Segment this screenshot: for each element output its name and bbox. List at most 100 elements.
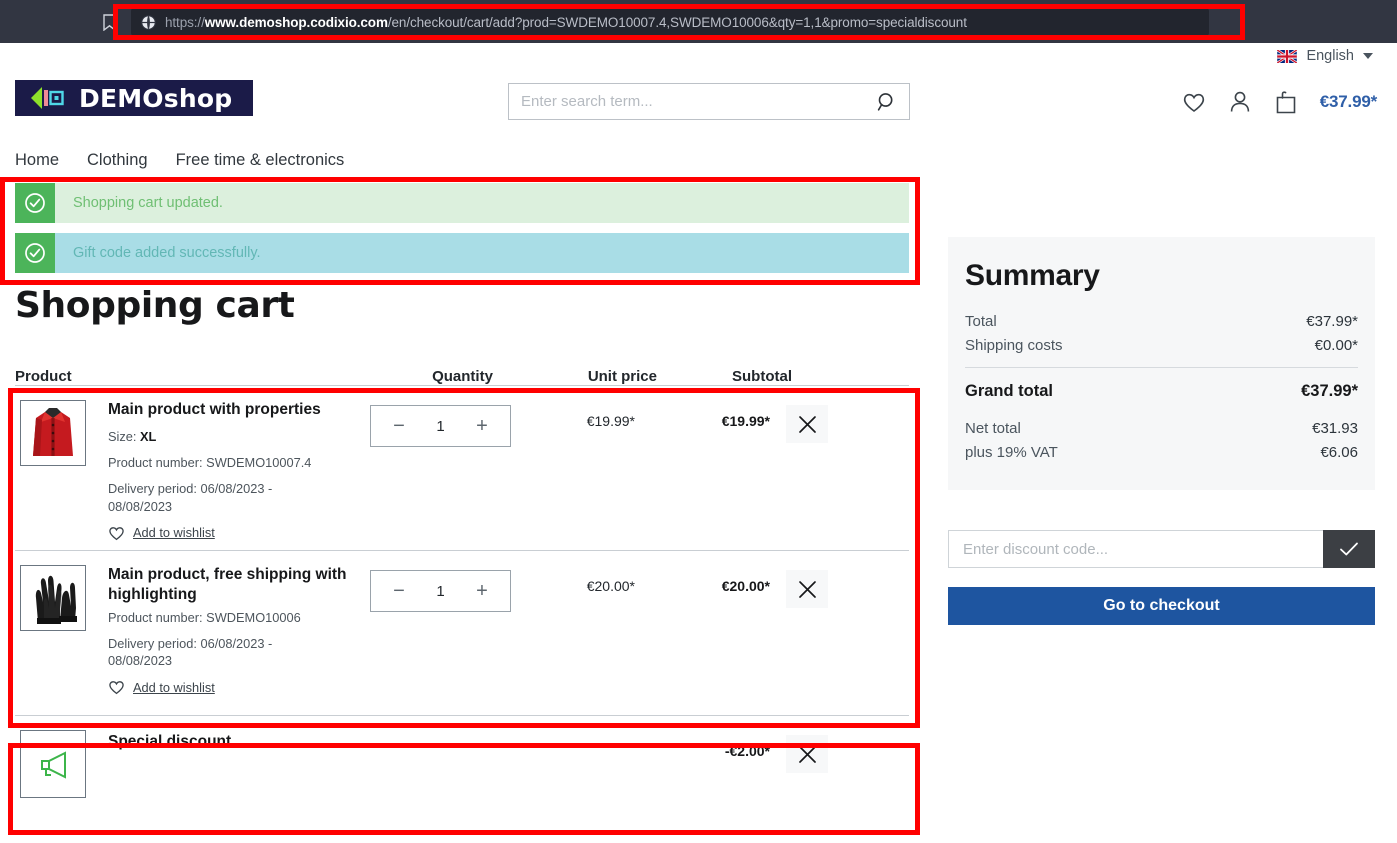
nav-item-clothing[interactable]: Clothing bbox=[87, 151, 148, 170]
cart-item-name[interactable]: Main product with properties bbox=[108, 400, 358, 420]
summary-shipping-value: €0.00* bbox=[1314, 337, 1358, 354]
url-input[interactable]: https://www.demoshop.codixio.com/en/chec… bbox=[131, 8, 1209, 36]
close-icon bbox=[798, 745, 816, 763]
check-icon bbox=[1340, 542, 1358, 556]
browser-page: https://www.demoshop.codixio.com/en/chec… bbox=[0, 0, 1397, 843]
cart-discount-row: Special discount -€2.00* bbox=[15, 716, 909, 813]
alert-list: Shopping cart updated. Gift code added s… bbox=[15, 183, 909, 283]
summary-line-net-total: Net total €31.93 bbox=[965, 420, 1358, 437]
cart-item-variant: Size: XL bbox=[108, 428, 358, 445]
cart-item-product-number: Product number: SWDEMO10007.4 bbox=[108, 455, 312, 471]
add-to-wishlist-label: Add to wishlist bbox=[133, 679, 215, 695]
add-to-wishlist-label: Add to wishlist bbox=[133, 525, 215, 541]
cart-table-header: Product Quantity Unit price Subtotal bbox=[15, 350, 909, 386]
cart-discount-name: Special discount bbox=[108, 733, 232, 750]
summary-total-value: €37.99* bbox=[1306, 313, 1358, 330]
nav-item-free-time-electronics[interactable]: Free time & electronics bbox=[176, 151, 345, 170]
alert-cart-updated: Shopping cart updated. bbox=[15, 183, 909, 223]
remove-item-button[interactable] bbox=[786, 405, 828, 443]
browser-url-bar: https://www.demoshop.codixio.com/en/chec… bbox=[0, 0, 1397, 43]
discount-code-input[interactable] bbox=[948, 530, 1323, 568]
cart-item-unit-price: €20.00* bbox=[586, 578, 635, 594]
chevron-left-logo-icon bbox=[31, 87, 64, 109]
page-title: Shopping cart bbox=[15, 285, 295, 326]
logo-text: DEMOshop bbox=[79, 83, 233, 113]
discount-code-submit-button[interactable] bbox=[1323, 530, 1375, 568]
summary-line-vat: plus 19% VAT €6.06 bbox=[965, 444, 1358, 461]
main-navigation: Home Clothing Free time & electronics bbox=[15, 146, 344, 174]
bookmark-icon[interactable] bbox=[96, 10, 122, 34]
summary-panel: Summary Total €37.99* Shipping costs €0.… bbox=[948, 237, 1375, 490]
search-box[interactable] bbox=[508, 83, 910, 120]
site-logo[interactable]: DEMOshop bbox=[15, 80, 253, 116]
summary-net-total-label: Net total bbox=[965, 420, 1021, 437]
check-circle-icon bbox=[15, 233, 55, 273]
cart-item-info: Main product, free shipping with highlig… bbox=[86, 565, 368, 715]
search-button[interactable] bbox=[865, 84, 909, 119]
quantity-decrement-button[interactable]: − bbox=[387, 577, 411, 605]
heart-icon bbox=[109, 527, 124, 541]
summary-total-label: Total bbox=[965, 313, 997, 330]
summary-divider bbox=[965, 367, 1358, 368]
red-shirt-thumbnail[interactable] bbox=[20, 400, 86, 466]
cart-item-variant-label: Size: bbox=[108, 428, 137, 444]
language-selector[interactable]: English bbox=[1277, 44, 1373, 68]
summary-line-shipping: Shipping costs €0.00* bbox=[965, 337, 1358, 354]
summary-line-grand-total: Grand total €37.99* bbox=[965, 382, 1358, 401]
cart-table: Product Quantity Unit price Subtotal Mai… bbox=[15, 350, 909, 813]
alert-text: Shopping cart updated. bbox=[73, 195, 223, 211]
summary-line-total: Total €37.99* bbox=[965, 313, 1358, 330]
cart-total-amount[interactable]: €37.99* bbox=[1320, 92, 1377, 112]
column-header-product: Product bbox=[15, 368, 72, 385]
cart-item-variant-value: XL bbox=[140, 428, 157, 444]
cart-icon[interactable] bbox=[1274, 89, 1298, 115]
quantity-increment-button[interactable]: + bbox=[470, 577, 494, 605]
search-input[interactable] bbox=[509, 93, 865, 110]
cart-item-row: Main product, free shipping with highlig… bbox=[15, 551, 909, 716]
cart-item-unit-price: €19.99* bbox=[586, 413, 635, 429]
cart-discount-subtotal: -€2.00* bbox=[724, 743, 770, 759]
summary-shipping-label: Shipping costs bbox=[965, 337, 1063, 354]
header-actions: €37.99* bbox=[1182, 86, 1377, 118]
quantity-increment-button[interactable]: + bbox=[470, 412, 494, 440]
go-to-checkout-button[interactable]: Go to checkout bbox=[948, 587, 1375, 625]
chevron-down-icon bbox=[1363, 53, 1373, 59]
alert-text: Gift code added successfully. bbox=[73, 245, 261, 261]
summary-net-total-value: €31.93 bbox=[1312, 420, 1358, 437]
black-gloves-thumbnail[interactable] bbox=[20, 565, 86, 631]
column-header-unit-price: Unit price bbox=[587, 368, 657, 385]
quantity-input[interactable] bbox=[423, 416, 458, 436]
quantity-decrement-button[interactable]: − bbox=[387, 412, 411, 440]
add-to-wishlist-button[interactable]: Add to wishlist bbox=[108, 679, 358, 695]
close-icon bbox=[798, 580, 816, 598]
column-header-quantity: Quantity bbox=[432, 368, 493, 385]
close-icon bbox=[798, 415, 816, 433]
summary-grand-total-value: €37.99* bbox=[1301, 382, 1358, 400]
check-circle-icon bbox=[15, 183, 55, 223]
discount-code-form bbox=[948, 530, 1375, 568]
quantity-stepper: − + bbox=[368, 565, 513, 715]
megaphone-icon bbox=[20, 730, 86, 798]
summary-vat-label: plus 19% VAT bbox=[965, 444, 1058, 461]
remove-item-button[interactable] bbox=[786, 570, 828, 608]
url-text: https://www.demoshop.codixio.com/en/chec… bbox=[165, 15, 967, 30]
url-scheme: https:// bbox=[165, 14, 205, 30]
quantity-input[interactable] bbox=[423, 581, 458, 601]
summary-title: Summary bbox=[965, 259, 1100, 292]
search-icon bbox=[877, 92, 893, 111]
add-to-wishlist-button[interactable]: Add to wishlist bbox=[108, 525, 358, 541]
quantity-stepper: − + bbox=[368, 400, 513, 550]
wishlist-icon[interactable] bbox=[1182, 89, 1206, 115]
globe-icon bbox=[141, 14, 156, 30]
cart-item-delivery-period: Delivery period: 06/08/2023 - 08/08/2023 bbox=[108, 481, 273, 514]
language-label: English bbox=[1306, 48, 1354, 64]
url-host: www.demoshop.codixio.com bbox=[204, 14, 388, 30]
summary-grand-total-label: Grand total bbox=[965, 382, 1054, 400]
account-icon[interactable] bbox=[1228, 89, 1252, 115]
column-header-subtotal: Subtotal bbox=[732, 368, 792, 385]
nav-item-home[interactable]: Home bbox=[15, 151, 59, 170]
cart-item-info: Main product with properties Size: XL Pr… bbox=[86, 400, 368, 550]
remove-discount-button[interactable] bbox=[786, 735, 828, 773]
cart-item-delivery-period: Delivery period: 06/08/2023 - 08/08/2023 bbox=[108, 635, 273, 669]
cart-item-name[interactable]: Main product, free shipping with highlig… bbox=[108, 565, 358, 605]
